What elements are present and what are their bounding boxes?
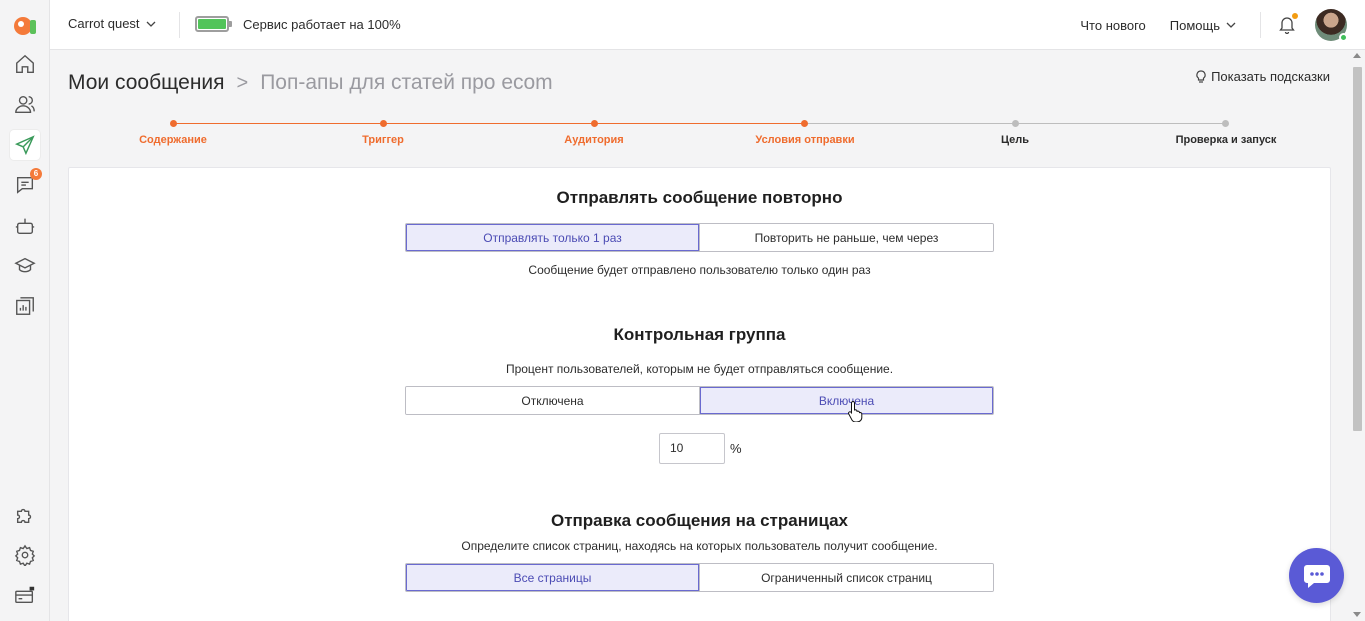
step-dot — [801, 120, 808, 127]
service-status: Сервис работает на 100% — [243, 17, 401, 32]
step-trigger[interactable]: Триггер — [362, 134, 404, 146]
divider — [179, 12, 180, 38]
control-group-toggle: Отключена Включена — [405, 386, 994, 415]
breadcrumb: Мои сообщения > Поп-апы для статей про e… — [68, 71, 553, 95]
bell-icon[interactable] — [1279, 13, 1298, 35]
percent-sign: % — [730, 441, 742, 456]
project-switcher[interactable]: Carrot quest — [68, 16, 156, 31]
chat-icon[interactable]: 6 — [10, 168, 42, 200]
gear-icon[interactable] — [10, 540, 40, 570]
users-icon[interactable] — [10, 89, 40, 119]
chat-launcher-button[interactable] — [1289, 548, 1344, 603]
sidebar: 6 — [0, 0, 50, 621]
hand-cursor-icon — [848, 400, 863, 422]
pages-title: Отправка сообщения на страницах — [550, 511, 849, 530]
step-audience[interactable]: Аудитория — [564, 134, 623, 146]
notification-dot — [1292, 13, 1298, 19]
puzzle-icon[interactable] — [10, 500, 40, 530]
step-dot — [1222, 120, 1229, 127]
help-menu[interactable]: Помощь — [1170, 18, 1236, 33]
resend-description: Сообщение будет отправлено пользователю … — [528, 263, 871, 277]
battery-icon — [195, 16, 232, 32]
paper-plane-icon[interactable] — [10, 130, 40, 160]
control-group-description: Процент пользователей, которым не будет … — [505, 362, 894, 376]
chevron-down-icon — [146, 21, 156, 27]
send-once-option[interactable]: Отправлять только 1 раз — [406, 224, 699, 251]
send-conditions-card: Отправлять сообщение повторно Отправлять… — [68, 167, 1331, 621]
carrot-quest-logo[interactable] — [11, 12, 39, 36]
pages-toggle: Все страницы Ограниченный список страниц — [405, 563, 994, 592]
scrollbar-thumb[interactable] — [1353, 67, 1362, 431]
resend-toggle: Отправлять только 1 раз Повторить не ран… — [405, 223, 994, 252]
breadcrumb-separator: > — [236, 71, 249, 94]
chevron-down-icon — [1226, 22, 1236, 28]
step-send-conditions[interactable]: Условия отправки — [755, 134, 854, 146]
chat-badge: 6 — [30, 168, 42, 180]
pages-description: Определите список страниц, находясь на к… — [461, 539, 938, 553]
divider — [1260, 12, 1261, 38]
step-dot — [1012, 120, 1019, 127]
reports-icon[interactable] — [10, 291, 40, 321]
all-pages-option[interactable]: Все страницы — [406, 564, 699, 591]
step-dot — [170, 120, 177, 127]
top-bar: Carrot quest Сервис работает на 100% Что… — [50, 0, 1365, 50]
bot-icon[interactable] — [10, 211, 40, 241]
project-name: Carrot quest — [68, 16, 140, 31]
control-group-off-option[interactable]: Отключена — [406, 387, 699, 414]
avatar[interactable] — [1315, 9, 1348, 42]
step-goal[interactable]: Цель — [1001, 134, 1029, 146]
lightbulb-icon — [1196, 69, 1206, 83]
control-group-percent-input[interactable]: 10 — [659, 433, 725, 464]
step-dot — [591, 120, 598, 127]
step-review-launch[interactable]: Проверка и запуск — [1176, 134, 1277, 146]
page-title: Поп-апы для статей про ecom — [260, 71, 553, 94]
help-label: Помощь — [1169, 17, 1220, 33]
online-status-dot — [1339, 33, 1348, 42]
show-hints-label: Показать подсказки — [1211, 69, 1330, 84]
breadcrumb-root[interactable]: Мои сообщения — [68, 71, 225, 95]
billing-icon[interactable] — [10, 580, 40, 610]
limited-pages-option[interactable]: Ограниченный список страниц — [699, 564, 993, 591]
step-dot — [380, 120, 387, 127]
repeat-option[interactable]: Повторить не раньше, чем через — [699, 224, 993, 251]
scroll-down-arrow-icon[interactable] — [1353, 612, 1361, 617]
chat-bubble-icon — [1303, 564, 1330, 588]
whats-new-link[interactable]: Что нового — [1080, 18, 1145, 33]
control-group-title: Контрольная группа — [613, 325, 786, 344]
home-icon[interactable] — [10, 49, 40, 79]
control-group-on-option[interactable]: Включена — [699, 387, 993, 414]
show-hints-button[interactable]: Показать подсказки — [1195, 69, 1330, 84]
step-content[interactable]: Содержание — [139, 134, 207, 146]
resend-title: Отправлять сообщение повторно — [556, 188, 843, 207]
scroll-up-arrow-icon[interactable] — [1353, 53, 1361, 58]
graduation-cap-icon[interactable] — [10, 251, 40, 281]
stepper-progress-line — [173, 123, 805, 124]
stepper: Содержание Триггер Аудитория Условия отп… — [68, 115, 1330, 155]
